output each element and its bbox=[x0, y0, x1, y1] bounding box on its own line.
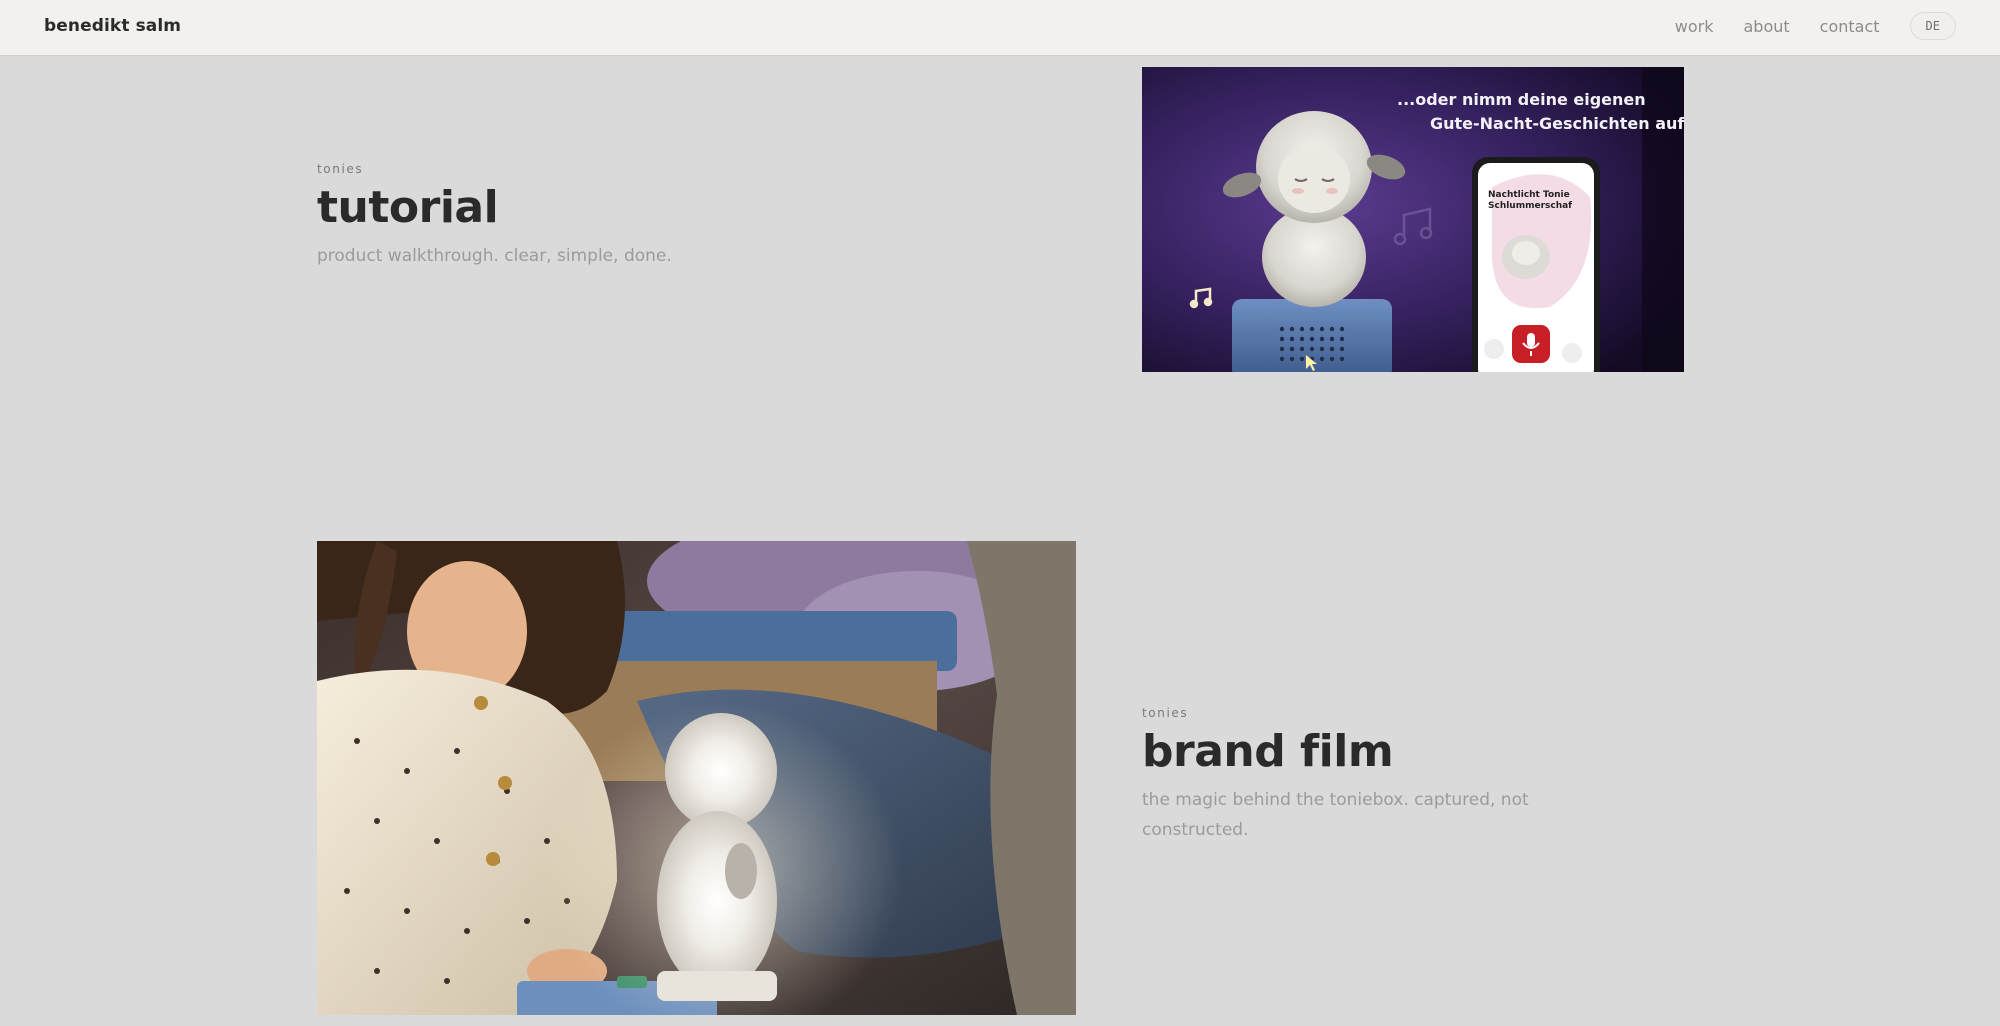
nav-contact[interactable]: contact bbox=[1820, 17, 1880, 36]
page: benedikt salm work about contact DE toni… bbox=[0, 0, 2000, 1026]
project-client-label: tonies bbox=[1142, 706, 1189, 720]
language-toggle-button[interactable]: DE bbox=[1909, 12, 1956, 40]
site-logo[interactable]: benedikt salm bbox=[44, 16, 181, 36]
thumbnail-caption-line1: ...oder nimm deine eigenen bbox=[1397, 90, 1646, 109]
project-tutorial-info: tonies tutorial product walkthrough. cle… bbox=[317, 162, 1037, 271]
microphone-icon bbox=[1512, 325, 1550, 363]
thumbnail-caption-line2: Gute-Nacht-Geschichten auf. bbox=[1430, 114, 1684, 133]
phone-screen-title-line2: Schlummerschaf bbox=[1488, 201, 1572, 211]
project-brand-film-info: tonies brand film the magic behind the t… bbox=[1142, 706, 1702, 845]
project-description-line2: constructed. bbox=[1142, 820, 1249, 840]
project-description-line1: the magic behind the toniebox. captured,… bbox=[1142, 790, 1529, 810]
project-title[interactable]: tutorial bbox=[317, 182, 1037, 233]
nav-work[interactable]: work bbox=[1675, 17, 1714, 36]
phone-screen-title-line1: Nachtlicht Tonie bbox=[1488, 190, 1570, 200]
project-title[interactable]: brand film bbox=[1142, 726, 1702, 777]
site-header: benedikt salm work about contact DE bbox=[0, 0, 2000, 56]
project-tutorial-thumbnail[interactable]: ...oder nimm deine eigenen Gute-Nacht-Ge… bbox=[1142, 67, 1684, 372]
project-brand-film-thumbnail[interactable] bbox=[317, 541, 1076, 1015]
project-description: the magic behind the toniebox. captured,… bbox=[1142, 785, 1702, 845]
tutorial-video-frame: ...oder nimm deine eigenen Gute-Nacht-Ge… bbox=[1142, 67, 1684, 372]
main-nav: work about contact DE bbox=[1675, 12, 1956, 40]
brand-film-video-frame bbox=[317, 541, 1076, 1015]
project-description: product walkthrough. clear, simple, done… bbox=[317, 246, 672, 266]
project-client-label: tonies bbox=[317, 162, 364, 176]
nav-about[interactable]: about bbox=[1744, 17, 1790, 36]
